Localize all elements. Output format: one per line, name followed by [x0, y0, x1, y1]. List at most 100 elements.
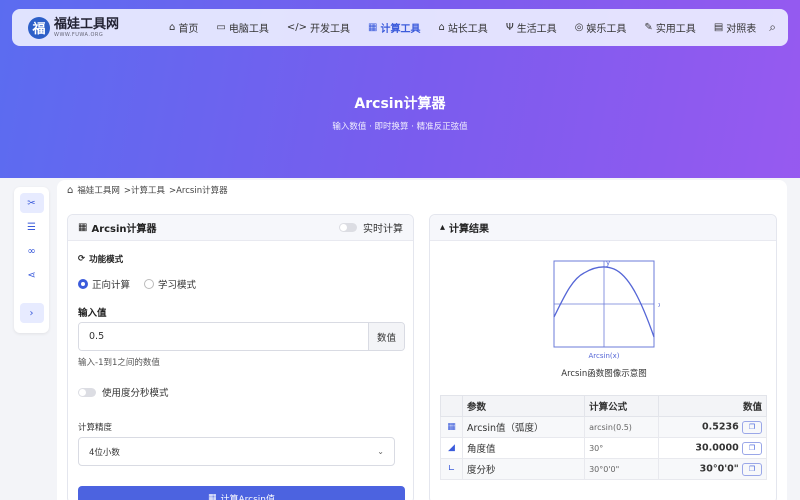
- tools-icon[interactable]: ✂: [19, 193, 44, 213]
- value-input-group: 数值: [78, 322, 405, 351]
- refresh-icon: ⟳: [78, 254, 86, 264]
- copy-icon[interactable]: ❐: [742, 462, 762, 476]
- nav-item-home[interactable]: ⌂ 首页: [160, 9, 207, 46]
- calculator-icon: ▦: [207, 493, 217, 500]
- realtime-label: 实时计算: [363, 224, 403, 235]
- table-icon: ▤: [713, 22, 724, 33]
- breadcrumb-home[interactable]: 福娃工具网: [77, 184, 120, 196]
- copy-icon[interactable]: ❐: [742, 441, 762, 455]
- header-formula: 计算公式: [584, 395, 660, 417]
- precision-select[interactable]: 4位小数 ⌄: [78, 437, 395, 466]
- chevron-down-icon: ⌄: [377, 447, 384, 456]
- list-icon[interactable]: ☰: [20, 217, 44, 237]
- mode-forward-label: 正向计算: [92, 280, 131, 291]
- code-icon: </>: [286, 22, 307, 33]
- main-content: ⌂ 福娃工具网 >计算工具 >Arcsin计算器 ▦ Arcsin计算器 实时计…: [57, 180, 787, 500]
- page-title: Arcsin计算器: [354, 96, 446, 112]
- nav-label: 对照表: [726, 24, 757, 35]
- logo-badge: 福: [28, 16, 50, 39]
- nav-label: 计算工具: [380, 24, 421, 35]
- row-formula: arcsin(0.5): [584, 416, 660, 438]
- breadcrumb-category[interactable]: >计算工具: [124, 184, 165, 196]
- nav-item-desktop[interactable]: ▭ 电脑工具: [207, 9, 277, 46]
- nav-label: 生活工具: [516, 24, 557, 35]
- calculator-icon: ▦: [368, 22, 378, 33]
- row-formula: 30°: [584, 437, 660, 459]
- row-param: 度分秒: [461, 458, 586, 480]
- radio-checked-icon: [78, 279, 88, 289]
- nav-label: 娱乐工具: [586, 24, 627, 35]
- page-subtitle: 输入数值 · 即时换算 · 精准反正弦值: [332, 122, 468, 132]
- arcsin-graph: x y Arcsin(x): [550, 257, 662, 367]
- calculator-card: ▦ Arcsin计算器 实时计算 ⟳ 功能模式 正向计算 学习模式 输入值 0.…: [67, 214, 414, 500]
- input-addon: 数值: [368, 323, 404, 350]
- calculate-button[interactable]: ▦ 计算Arcsin值: [78, 486, 405, 500]
- home-icon: ⌂: [67, 184, 74, 196]
- ruler-icon: ◢: [440, 437, 463, 459]
- wrench-icon: ✎: [644, 22, 653, 33]
- input-hint: 输入-1到1之间的数值: [78, 358, 160, 368]
- header-value: 数值: [658, 395, 767, 417]
- desktop-icon: ▭: [216, 22, 226, 33]
- graph-curve-label: Arcsin(x): [589, 352, 620, 360]
- row-param: 角度值: [461, 437, 586, 459]
- nav-label: 站长工具: [447, 24, 488, 35]
- share-icon[interactable]: ⋖: [20, 265, 44, 285]
- utensils-icon: Ψ: [505, 22, 514, 33]
- angle-icon: ∟: [440, 458, 463, 480]
- site-url: WWW.FUWA.ORG: [54, 31, 104, 38]
- graph-x-label: x: [658, 301, 660, 309]
- row-param: Arcsin值（弧度）: [461, 416, 586, 438]
- graph-y-label: y: [606, 259, 610, 267]
- value-input[interactable]: [79, 323, 368, 350]
- table-row: ◢ 角度值 30° 30.0000 ❐: [440, 437, 767, 459]
- mode-forward-radio[interactable]: 正向计算: [78, 277, 130, 291]
- row-value: 30°0'0": [699, 463, 739, 474]
- caret-up-icon: ▴: [440, 222, 446, 233]
- left-sidebar: ✂ ☰ ∞ ⋖ ›: [14, 187, 49, 333]
- breadcrumb-current: >Arcsin计算器: [169, 186, 228, 196]
- chevron-right-icon[interactable]: ›: [19, 303, 44, 323]
- nav-item-wrench[interactable]: ✎ 实用工具: [635, 9, 704, 46]
- nav-label: 实用工具: [655, 24, 696, 35]
- calculator-icon: ▦: [78, 222, 88, 233]
- nav-item-store[interactable]: ⌂ 站长工具: [429, 9, 496, 46]
- nav-item-gamepad[interactable]: ◎ 娱乐工具: [566, 9, 636, 46]
- dms-label: 使用度分秒模式: [102, 388, 169, 399]
- calculator-title: Arcsin计算器: [91, 224, 157, 235]
- nav-menu: ⌂ 首页 ▭ 电脑工具 </> 开发工具 ▦ 计算工具 ⌂ 站长工具 Ψ 生活工具 ◎ 娱乐工具 ✎ 实用工具…: [160, 9, 765, 46]
- breadcrumb: ⌂ 福娃工具网 >计算工具 >Arcsin计算器: [67, 184, 228, 197]
- row-value: 0.5236: [702, 421, 739, 432]
- result-table: 参数 计算公式 数值 ▦ Arcsin值（弧度） arcsin(0.5) 0.5…: [440, 395, 767, 480]
- dms-toggle[interactable]: [78, 387, 96, 397]
- nav-item-table[interactable]: ▤ 对照表: [705, 9, 765, 46]
- mode-label: 功能模式: [89, 255, 124, 265]
- input-label: 输入值: [78, 308, 107, 319]
- store-icon: ⌂: [438, 22, 445, 33]
- nav-item-utensils[interactable]: Ψ 生活工具: [497, 9, 566, 46]
- home-icon: ⌂: [169, 22, 176, 33]
- search-icon[interactable]: ⌕: [769, 20, 776, 35]
- nav-label: 开发工具: [310, 24, 350, 35]
- calculate-button-label: 计算Arcsin值: [220, 494, 276, 500]
- realtime-toggle[interactable]: [339, 223, 357, 232]
- mode-learn-radio[interactable]: 学习模式: [144, 277, 196, 291]
- row-formula: 30°0'0": [584, 458, 660, 480]
- result-title: 计算结果: [449, 224, 490, 235]
- radio-unchecked-icon: [144, 279, 155, 289]
- site-logo[interactable]: 福 福娃工具网 WWW.FUWA.ORG: [28, 16, 119, 39]
- mode-learn-label: 学习模式: [158, 280, 197, 291]
- nav-item-code[interactable]: </> 开发工具: [278, 9, 359, 46]
- result-card: ▴ 计算结果 x y Arcsin(x) Arcsin函数图像示意图 参数: [429, 214, 777, 500]
- link-icon[interactable]: ∞: [20, 241, 44, 261]
- precision-label: 计算精度: [78, 423, 113, 433]
- nav-item-calculator[interactable]: ▦ 计算工具: [359, 9, 429, 46]
- calculator-icon: ▦: [440, 416, 463, 438]
- row-value: 30.0000: [695, 442, 739, 453]
- graph-caption: Arcsin函数图像示意图: [561, 369, 647, 379]
- precision-value: 4位小数: [89, 447, 120, 458]
- top-navbar: 福 福娃工具网 WWW.FUWA.ORG ⌂ 首页 ▭ 电脑工具 </> 开发工具 ▦ 计算工…: [12, 9, 788, 46]
- gamepad-icon: ◎: [574, 22, 584, 33]
- copy-icon[interactable]: ❐: [742, 420, 762, 434]
- nav-label: 首页: [178, 24, 199, 35]
